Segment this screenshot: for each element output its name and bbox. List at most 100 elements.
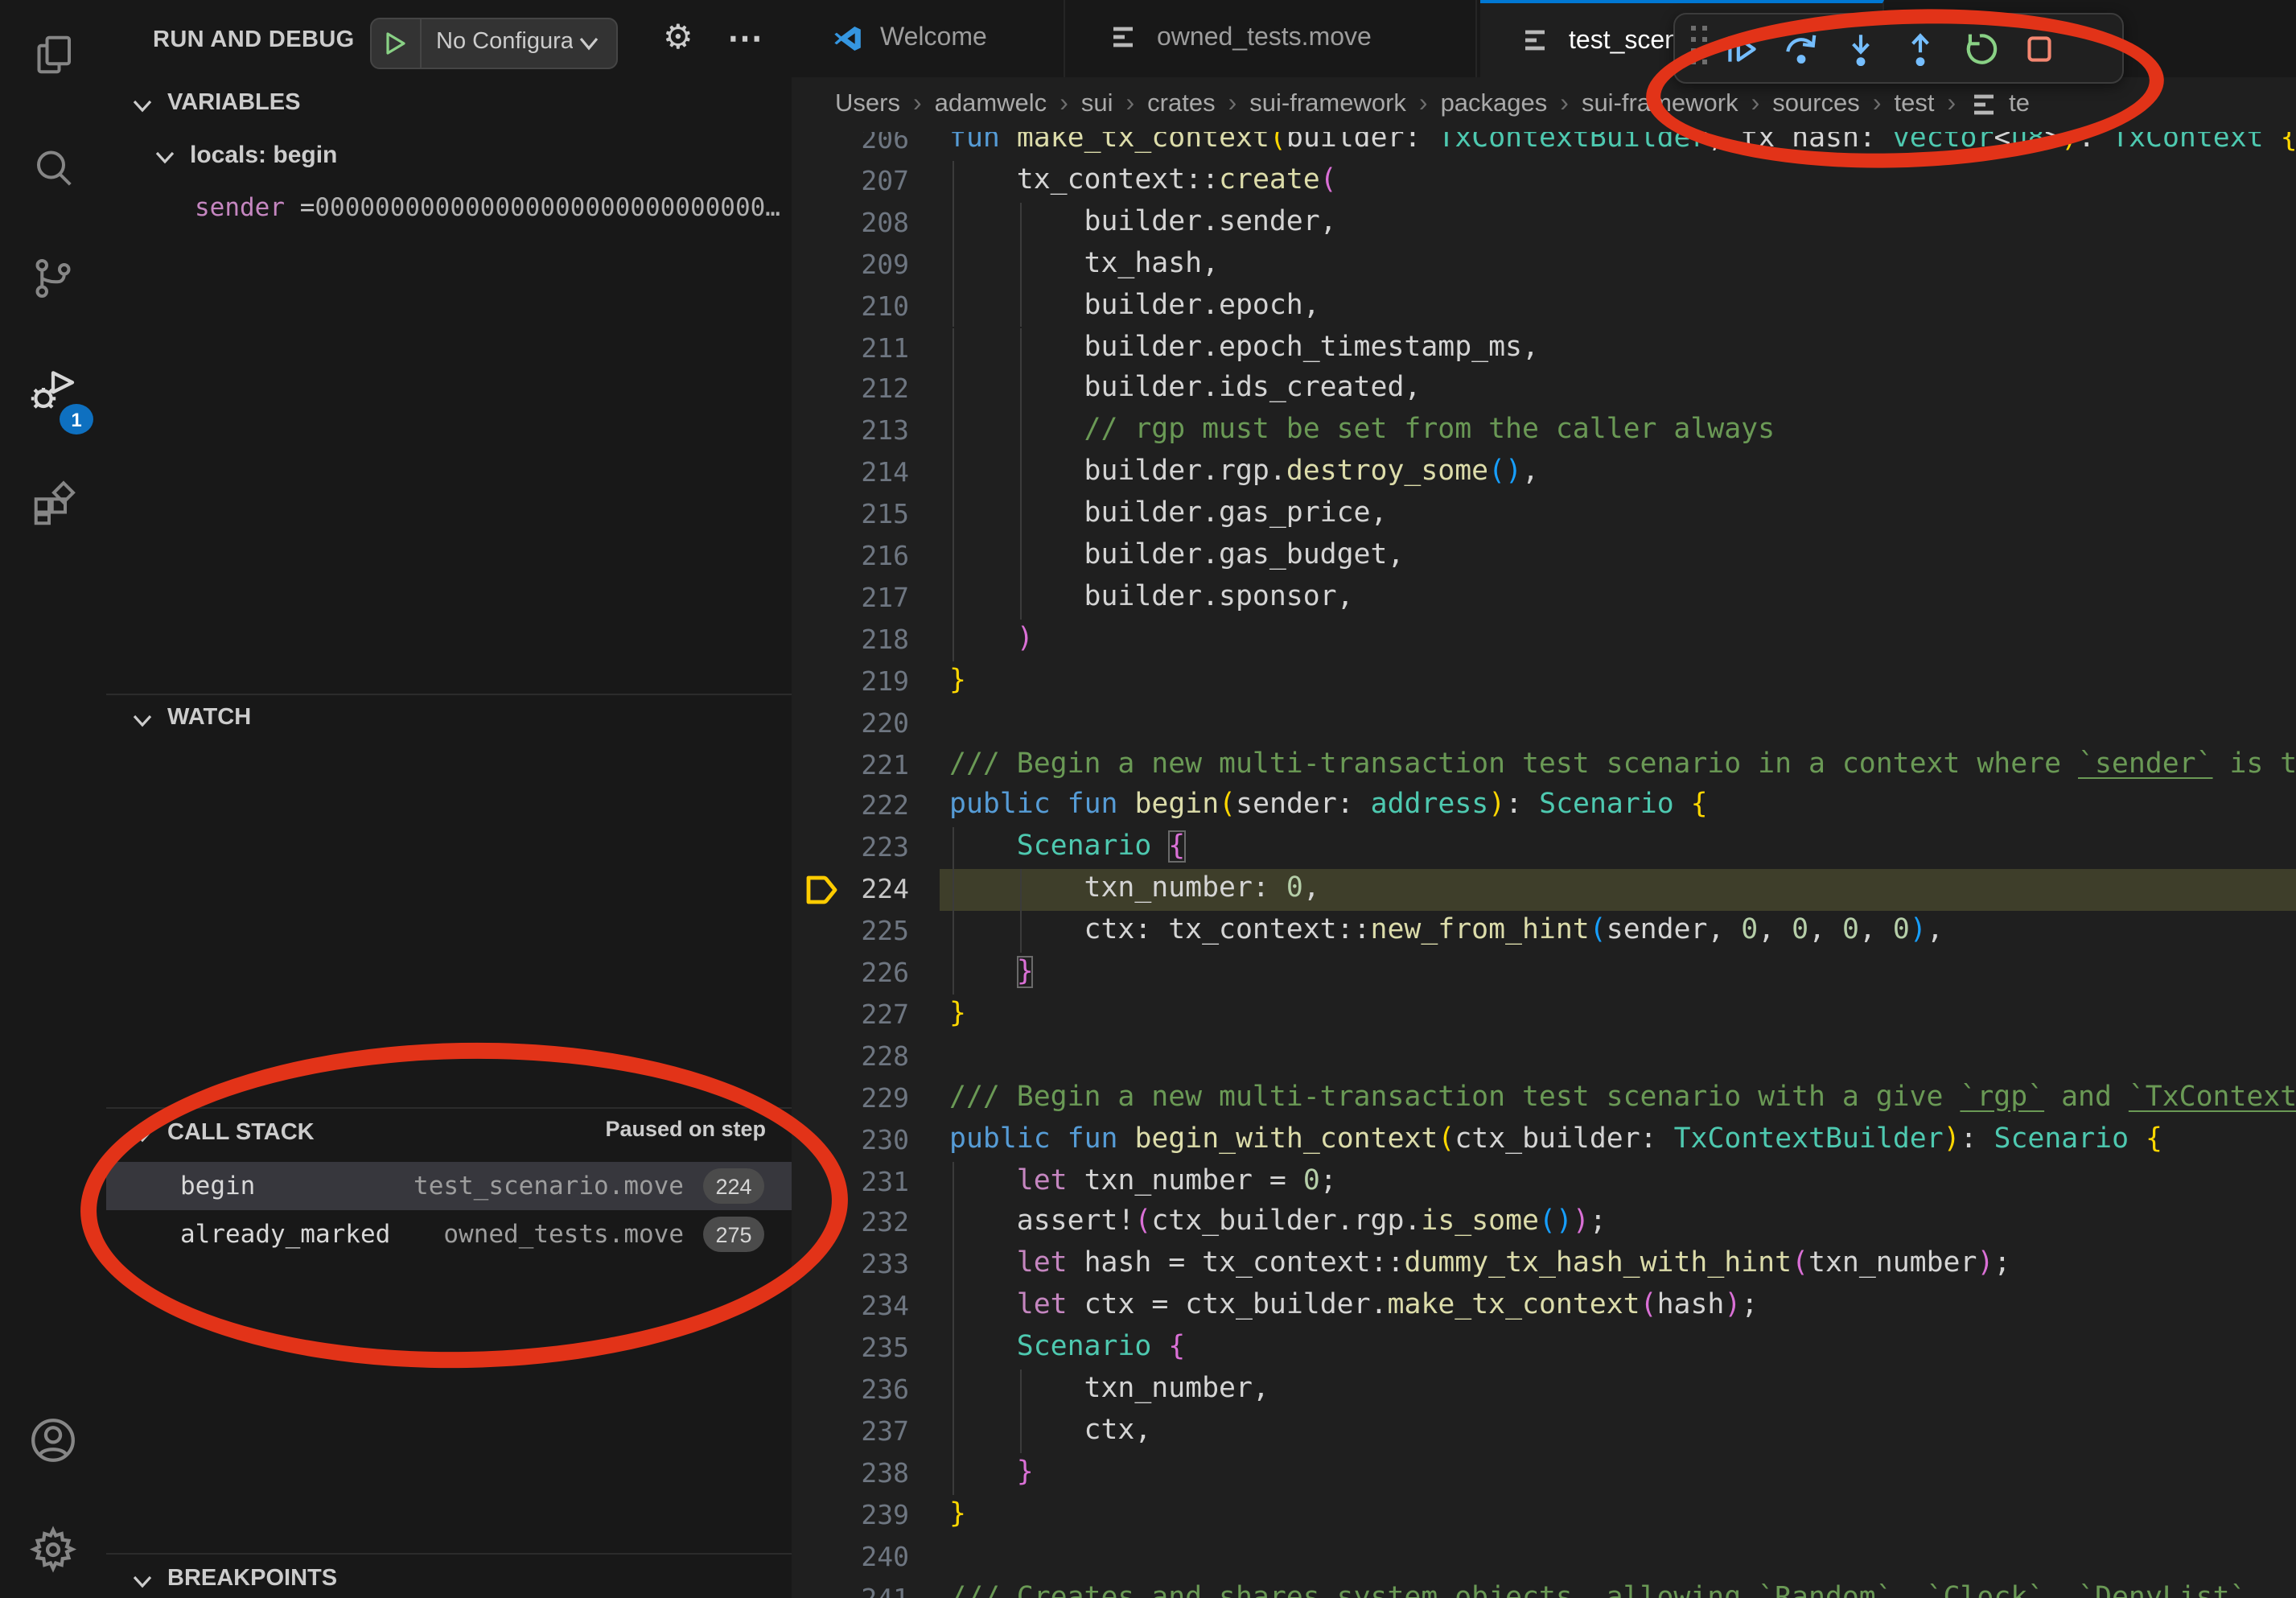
code-line[interactable]: 238 } xyxy=(792,1453,2296,1495)
search-icon[interactable] xyxy=(0,122,106,216)
line-number[interactable]: 239 xyxy=(792,1494,909,1536)
code-line[interactable]: 221/// Begin a new multi-transaction tes… xyxy=(792,744,2296,786)
code-line[interactable]: 225 ctx: tx_context::new_from_hint(sende… xyxy=(792,911,2296,953)
code-line[interactable]: 227} xyxy=(792,995,2296,1036)
restart-button[interactable] xyxy=(1950,19,2010,77)
tab-owned_tests.move[interactable]: owned_tests.move xyxy=(1068,0,1477,77)
code-line[interactable]: 206fun make_tx_context(builder: TxContex… xyxy=(792,132,2296,161)
code-line[interactable]: 234 let ctx = ctx_builder.make_tx_contex… xyxy=(792,1286,2296,1328)
code-line[interactable]: 231 let txn_number = 0; xyxy=(792,1161,2296,1203)
code-line[interactable]: 224 txn_number: 0, xyxy=(792,869,2296,911)
code-line[interactable]: 218 ) xyxy=(792,620,2296,661)
settings-gear-icon[interactable] xyxy=(0,1503,106,1596)
line-number[interactable]: 226 xyxy=(792,953,909,995)
line-number[interactable]: 229 xyxy=(792,1077,909,1119)
code-line[interactable]: 213 // rgp must be set from the caller a… xyxy=(792,411,2296,453)
line-number[interactable]: 225 xyxy=(792,911,909,953)
line-number[interactable]: 222 xyxy=(792,786,909,828)
code-line[interactable]: 236 txn_number, xyxy=(792,1369,2296,1411)
line-number[interactable]: 235 xyxy=(792,1328,909,1369)
call-stack-section-header[interactable]: CALL STACK Paused on step xyxy=(106,1117,792,1159)
code-line[interactable]: 222public fun begin(sender: address): Sc… xyxy=(792,786,2296,828)
account-icon[interactable] xyxy=(0,1394,106,1487)
breadcrumb[interactable]: Users›adamwelc›sui›crates›sui-framework›… xyxy=(792,77,2296,132)
continue-button[interactable] xyxy=(1712,19,1771,77)
code-line[interactable]: 230public fun begin_with_context(ctx_bui… xyxy=(792,1119,2296,1161)
breadcrumb-file[interactable]: te xyxy=(1969,90,2030,119)
line-number[interactable]: 238 xyxy=(792,1453,909,1495)
step-into-button[interactable] xyxy=(1831,19,1891,77)
variables-section-header[interactable]: VARIABLES xyxy=(106,87,792,129)
code-line[interactable]: 219} xyxy=(792,661,2296,702)
line-number[interactable]: 213 xyxy=(792,411,909,453)
debug-settings-gear-icon[interactable]: ⚙ xyxy=(663,21,693,55)
views-more-actions-icon[interactable]: ⋯ xyxy=(727,21,763,56)
breadcrumb-item[interactable]: sui-framework xyxy=(1249,90,1406,119)
line-number[interactable]: 220 xyxy=(792,702,909,744)
breadcrumb-item[interactable]: Users xyxy=(835,90,900,119)
line-number[interactable]: 221 xyxy=(792,744,909,786)
breadcrumb-item[interactable]: test xyxy=(1894,90,1934,119)
line-number[interactable]: 215 xyxy=(792,494,909,536)
source-control-icon[interactable] xyxy=(0,232,106,325)
line-number[interactable]: 208 xyxy=(792,203,909,245)
step-over-button[interactable] xyxy=(1771,19,1831,77)
code-line[interactable]: 220 xyxy=(792,702,2296,744)
line-number[interactable]: 237 xyxy=(792,1411,909,1453)
line-number[interactable]: 217 xyxy=(792,578,909,620)
start-debug-icon[interactable] xyxy=(383,31,409,56)
call-stack-frame-begin[interactable]: begintest_scenario.move224 xyxy=(106,1162,792,1210)
drag-grip-icon[interactable] xyxy=(1691,25,1709,72)
step-out-button[interactable] xyxy=(1891,19,1950,77)
code-line[interactable]: 217 builder.sponsor, xyxy=(792,578,2296,620)
line-number[interactable]: 209 xyxy=(792,244,909,286)
debug-config-label[interactable]: No Configura xyxy=(436,29,574,55)
code-line[interactable]: 210 builder.epoch, xyxy=(792,286,2296,327)
line-number[interactable]: 232 xyxy=(792,1203,909,1245)
line-number[interactable]: 231 xyxy=(792,1161,909,1203)
code-line[interactable]: 229/// Begin a new multi-transaction tes… xyxy=(792,1077,2296,1119)
line-number[interactable]: 230 xyxy=(792,1119,909,1161)
line-number[interactable]: 228 xyxy=(792,1036,909,1078)
line-number[interactable]: 234 xyxy=(792,1286,909,1328)
code-line[interactable]: 216 builder.gas_budget, xyxy=(792,536,2296,578)
breadcrumb-item[interactable]: adamwelc xyxy=(935,90,1047,119)
code-line[interactable]: 212 builder.ids_created, xyxy=(792,369,2296,411)
line-number[interactable]: 233 xyxy=(792,1245,909,1287)
code-line[interactable]: 237 ctx, xyxy=(792,1411,2296,1453)
code-line[interactable]: 239} xyxy=(792,1494,2296,1536)
line-number[interactable]: 236 xyxy=(792,1369,909,1411)
variables-scope-row[interactable]: locals: begin xyxy=(106,138,792,180)
code-line[interactable]: 211 builder.epoch_timestamp_ms, xyxy=(792,327,2296,369)
breadcrumb-item[interactable]: sui-framework xyxy=(1582,90,1738,119)
line-number[interactable]: 207 xyxy=(792,161,909,203)
line-number[interactable]: 211 xyxy=(792,327,909,369)
breadcrumb-item[interactable]: sources xyxy=(1772,90,1860,119)
start-debug-dropdown[interactable]: No Configura xyxy=(370,18,618,69)
breadcrumb-item[interactable]: crates xyxy=(1147,90,1215,119)
code-line[interactable]: 233 let hash = tx_context::dummy_tx_hash… xyxy=(792,1245,2296,1287)
line-number[interactable]: 223 xyxy=(792,828,909,870)
code-line[interactable]: 208 builder.sender, xyxy=(792,203,2296,245)
variable-row-sender[interactable]: sender =000000000000000000000000000000… xyxy=(195,193,780,222)
line-number[interactable]: 240 xyxy=(792,1536,909,1578)
breadcrumb-item[interactable]: packages xyxy=(1441,90,1548,119)
tab-Welcome[interactable]: Welcome xyxy=(792,0,1065,77)
breadcrumb-item[interactable]: sui xyxy=(1081,90,1113,119)
code-line[interactable]: 214 builder.rgp.destroy_some(), xyxy=(792,452,2296,494)
code-line[interactable]: 223 Scenario { xyxy=(792,828,2296,870)
line-number[interactable]: 214 xyxy=(792,452,909,494)
call-stack-frame-already_marked[interactable]: already_markedowned_tests.move275 xyxy=(106,1210,792,1258)
code-line[interactable]: 235 Scenario { xyxy=(792,1328,2296,1369)
breakpoints-section-header[interactable]: BREAKPOINTS xyxy=(106,1563,792,1598)
line-number[interactable]: 212 xyxy=(792,369,909,411)
code-line[interactable]: 226 } xyxy=(792,953,2296,995)
explorer-icon[interactable] xyxy=(0,8,106,101)
line-number[interactable]: 227 xyxy=(792,995,909,1036)
code-line[interactable]: 232 assert!(ctx_builder.rgp.is_some()); xyxy=(792,1203,2296,1245)
stop-button[interactable] xyxy=(2010,19,2069,77)
line-number[interactable]: 216 xyxy=(792,536,909,578)
run-debug-icon[interactable]: 1 xyxy=(0,344,106,438)
code-line[interactable]: 240 xyxy=(792,1536,2296,1578)
line-number[interactable]: 210 xyxy=(792,286,909,327)
